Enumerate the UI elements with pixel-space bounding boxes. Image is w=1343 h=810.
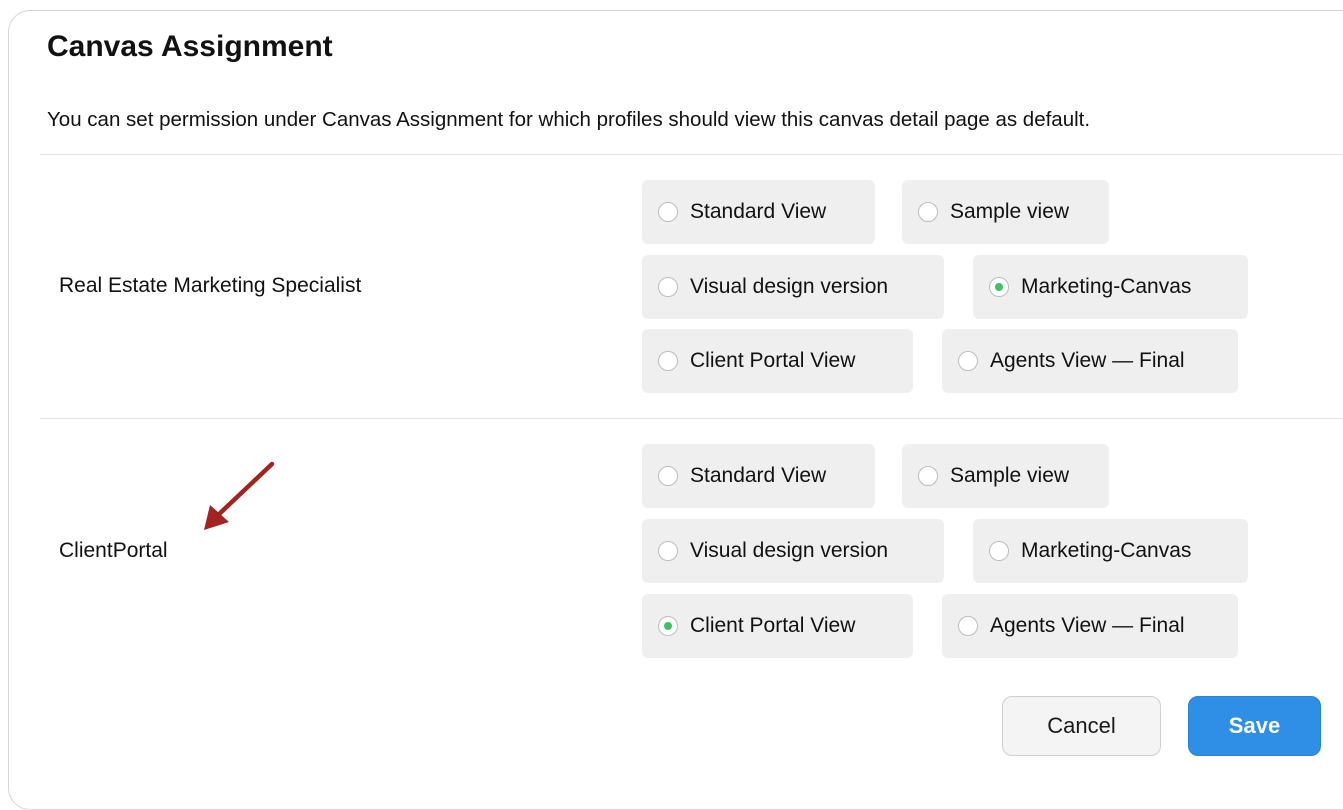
radio-icon[interactable] <box>958 351 978 371</box>
radio-option[interactable]: Standard View <box>642 180 875 244</box>
radio-option[interactable]: Sample view <box>902 180 1109 244</box>
radio-icon[interactable] <box>918 466 938 486</box>
radio-icon[interactable] <box>989 541 1009 561</box>
save-button[interactable]: Save <box>1188 696 1321 756</box>
dialog-title: Canvas Assignment <box>47 30 333 63</box>
radio-option[interactable]: Agents View — Final <box>942 594 1238 658</box>
radio-icon[interactable] <box>658 616 678 636</box>
radio-option[interactable]: Visual design version <box>642 255 944 319</box>
radio-option-label: Client Portal View <box>690 614 856 637</box>
radio-icon[interactable] <box>958 616 978 636</box>
radio-option-label: Visual design version <box>690 275 889 298</box>
radio-option-label: Client Portal View <box>690 349 856 372</box>
radio-icon[interactable] <box>989 277 1009 297</box>
divider <box>40 418 1343 419</box>
divider <box>40 154 1343 155</box>
cancel-button[interactable]: Cancel <box>1002 696 1161 756</box>
radio-option-label: Sample view <box>950 200 1070 223</box>
profile-label: ClientPortal <box>59 539 168 562</box>
radio-icon[interactable] <box>658 466 678 486</box>
radio-option[interactable]: Agents View — Final <box>942 329 1238 393</box>
radio-icon[interactable] <box>918 202 938 222</box>
radio-icon[interactable] <box>658 351 678 371</box>
radio-icon[interactable] <box>658 202 678 222</box>
radio-option[interactable]: Marketing-Canvas <box>973 255 1248 319</box>
radio-option[interactable]: Client Portal View <box>642 329 913 393</box>
radio-option-label: Standard View <box>690 464 827 487</box>
radio-option[interactable]: Standard View <box>642 444 875 508</box>
radio-icon[interactable] <box>658 541 678 561</box>
radio-option-label: Agents View — Final <box>990 349 1185 372</box>
arrow-pointer-icon <box>204 461 275 530</box>
radio-option-label: Marketing-Canvas <box>1021 539 1192 562</box>
radio-option-label: Agents View — Final <box>990 614 1185 637</box>
radio-option[interactable]: Sample view <box>902 444 1109 508</box>
dialog-description: You can set permission under Canvas Assi… <box>47 108 1091 131</box>
radio-icon[interactable] <box>658 277 678 297</box>
radio-option[interactable]: Marketing-Canvas <box>973 519 1248 583</box>
radio-option[interactable]: Visual design version <box>642 519 944 583</box>
radio-option[interactable]: Client Portal View <box>642 594 913 658</box>
radio-option-label: Standard View <box>690 200 827 223</box>
radio-option-label: Visual design version <box>690 539 889 562</box>
radio-option-label: Marketing-Canvas <box>1021 275 1192 298</box>
radio-option-label: Sample view <box>950 464 1070 487</box>
profile-label: Real Estate Marketing Specialist <box>59 274 362 297</box>
